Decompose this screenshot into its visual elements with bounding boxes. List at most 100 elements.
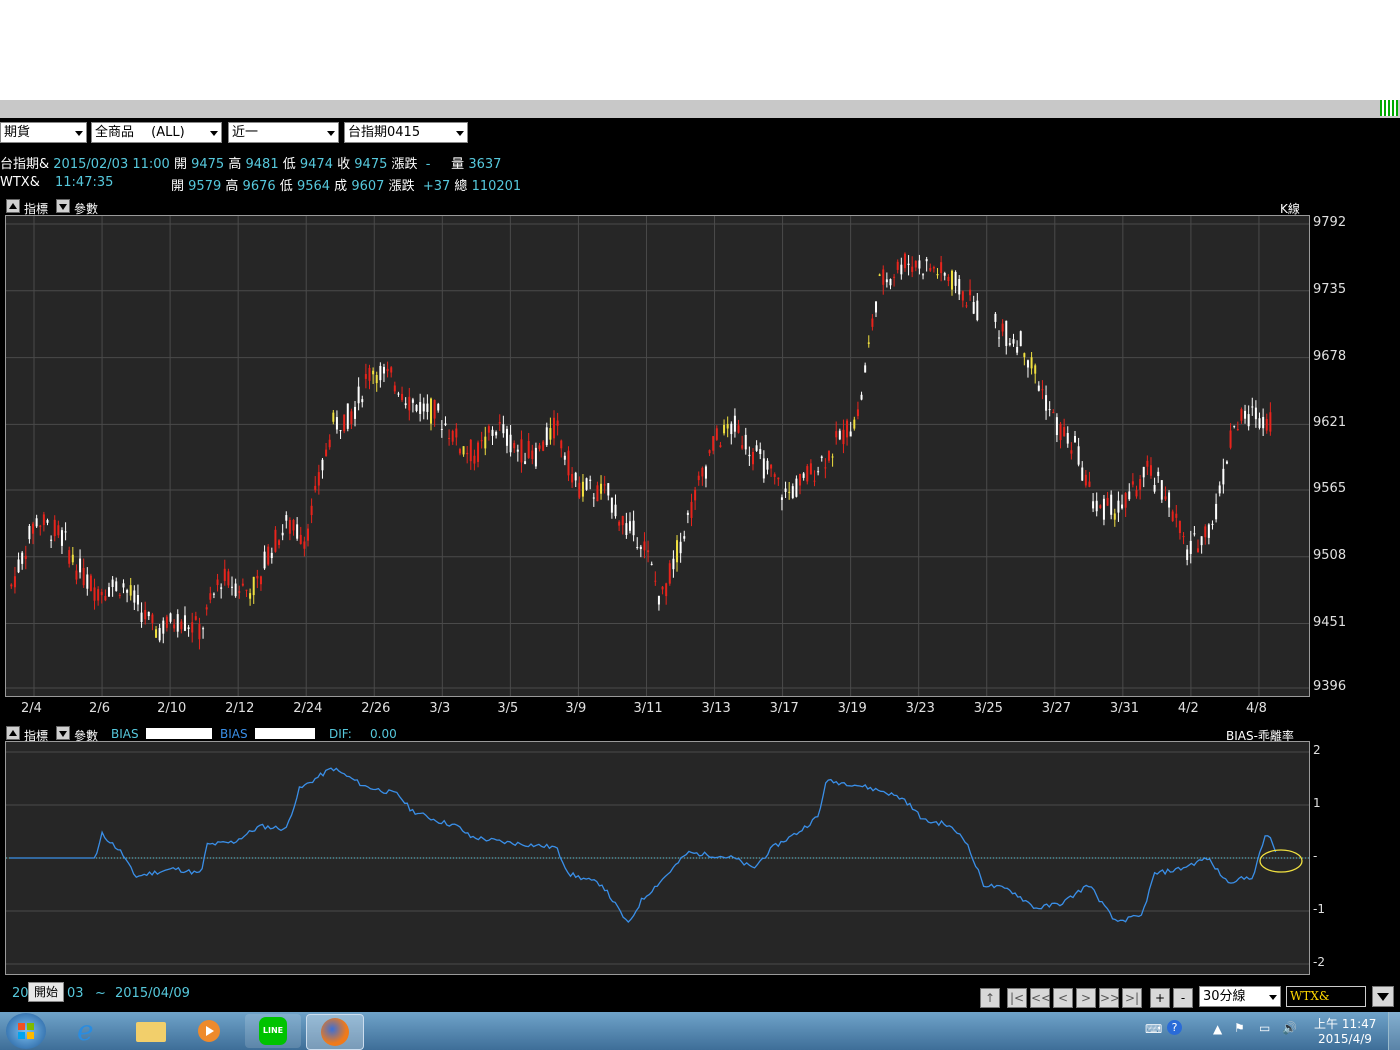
candle-body: [57, 525, 60, 536]
windows-taskbar: e LINE ⌨ ? ▲ ⚑ ▭ 🔊 上午 11:47 2015/4/9: [0, 1012, 1400, 1050]
candle-body: [723, 424, 726, 434]
date-tick-label: 2/24: [293, 701, 323, 716]
candle-body: [404, 403, 407, 406]
candle-body: [697, 475, 700, 481]
trading-app-window: 期貨 全商品 (ALL) 近一 台指期0415 台指期& 2015/02/03 …: [0, 100, 1400, 1012]
candle-body: [1153, 484, 1156, 492]
candle-body: [144, 609, 147, 620]
zoom-out-button[interactable]: -: [1173, 988, 1193, 1008]
nav-back-button[interactable]: <: [1053, 988, 1073, 1008]
candle-body: [1030, 357, 1033, 369]
candle-body: [878, 274, 881, 276]
show-desktop-button[interactable]: [1388, 1012, 1400, 1050]
bias2-value-box: [255, 728, 315, 739]
candle-body: [93, 587, 96, 601]
bias-panel[interactable]: [5, 741, 1310, 975]
candle-body: [1070, 450, 1073, 454]
candle-body: [111, 579, 114, 588]
candle-body: [100, 591, 103, 596]
candle-body: [1045, 395, 1048, 411]
market-select[interactable]: 期貨: [0, 122, 87, 143]
product-select[interactable]: 全商品 (ALL): [91, 122, 222, 143]
clock-time[interactable]: 上午 11:47: [1314, 1015, 1376, 1032]
candlestick-panel[interactable]: [5, 215, 1328, 697]
dif-value: 0.00: [370, 727, 397, 741]
candle-body: [1175, 513, 1178, 518]
firefox-icon[interactable]: [306, 1014, 364, 1050]
param-dropdown-icon[interactable]: [56, 199, 70, 213]
candle-body: [618, 521, 621, 526]
candle-body: [556, 420, 559, 426]
candle-body: [281, 532, 284, 536]
candle-body: [875, 301, 878, 313]
candle-body: [361, 399, 364, 403]
windows-start-icon[interactable]: [6, 1013, 46, 1049]
candle-body: [502, 424, 505, 434]
internet-explorer-icon[interactable]: e: [62, 1014, 118, 1048]
zoom-in-button[interactable]: +: [1150, 988, 1170, 1008]
contract-select[interactable]: 台指期0415: [344, 122, 468, 143]
candle-body: [451, 430, 454, 442]
candle-body: [288, 520, 291, 534]
candle-body: [1034, 365, 1037, 374]
symbol-input[interactable]: WTX&: [1286, 986, 1366, 1007]
candle-body: [856, 409, 859, 417]
candle-body: [900, 264, 903, 275]
candle-body: [520, 439, 523, 463]
candle-body: [1240, 409, 1243, 421]
candle-body: [1182, 536, 1185, 538]
candle-body: [89, 575, 92, 592]
candle-body: [448, 437, 451, 439]
candle-body: [513, 443, 516, 449]
media-player-icon[interactable]: [182, 1014, 238, 1048]
nav-first-button[interactable]: |<: [1007, 988, 1027, 1008]
nav-page-forward-button[interactable]: >>: [1099, 988, 1120, 1008]
nav-forward-button[interactable]: >: [1076, 988, 1096, 1008]
nav-last-button[interactable]: >|: [1122, 988, 1142, 1008]
interval-select[interactable]: 30分線: [1199, 986, 1281, 1007]
lower-indicator-collapse-icon[interactable]: [6, 726, 20, 740]
candle-body: [838, 430, 841, 440]
candle-body: [296, 524, 299, 539]
symbol-dropdown-button[interactable]: [1372, 986, 1394, 1007]
candle-body: [1121, 504, 1124, 509]
candle-body: [42, 514, 45, 526]
candle-body: [1207, 524, 1210, 538]
date-tick-label: 2/10: [157, 701, 187, 716]
clock-date[interactable]: 2015/4/9: [1318, 1032, 1372, 1046]
candle-body: [458, 449, 461, 454]
candle-body: [1139, 479, 1142, 490]
nav-page-back-button[interactable]: <<: [1030, 988, 1051, 1008]
candle-body: [1215, 503, 1218, 520]
candle-body: [13, 576, 16, 588]
candle-body: [560, 440, 563, 449]
nav-up-button[interactable]: ↑: [980, 988, 1000, 1008]
candle-body: [661, 586, 664, 590]
lower-param-dropdown-icon[interactable]: [56, 726, 70, 740]
candle-body: [1113, 513, 1116, 520]
candle-body: [1265, 418, 1268, 431]
action-center-flag-icon[interactable]: ⚑: [1234, 1021, 1245, 1035]
candle-body: [245, 589, 248, 591]
candle-body: [1102, 498, 1105, 520]
candle-body: [306, 528, 309, 541]
network-icon[interactable]: ▭: [1259, 1021, 1270, 1035]
candle-body: [46, 520, 49, 523]
candle-body: [321, 459, 324, 471]
help-icon[interactable]: ?: [1167, 1020, 1182, 1035]
candle-body: [574, 472, 577, 481]
candle-body: [202, 628, 205, 630]
candle-body: [542, 441, 545, 451]
keyboard-icon[interactable]: ⌨: [1145, 1022, 1162, 1036]
line-app-icon[interactable]: LINE: [245, 1014, 301, 1048]
file-explorer-icon[interactable]: [122, 1014, 178, 1048]
tray-expand-icon[interactable]: ▲: [1213, 1022, 1222, 1036]
candle-body: [220, 587, 223, 589]
candle-body: [1160, 480, 1163, 500]
start-button[interactable]: 開始: [28, 982, 64, 1002]
period-select[interactable]: 近一: [228, 122, 339, 143]
indicator-collapse-icon[interactable]: [6, 199, 20, 213]
volume-icon[interactable]: 🔊: [1282, 1021, 1297, 1035]
candle-body: [1048, 409, 1051, 411]
date-tick-label: 2/6: [89, 701, 110, 716]
